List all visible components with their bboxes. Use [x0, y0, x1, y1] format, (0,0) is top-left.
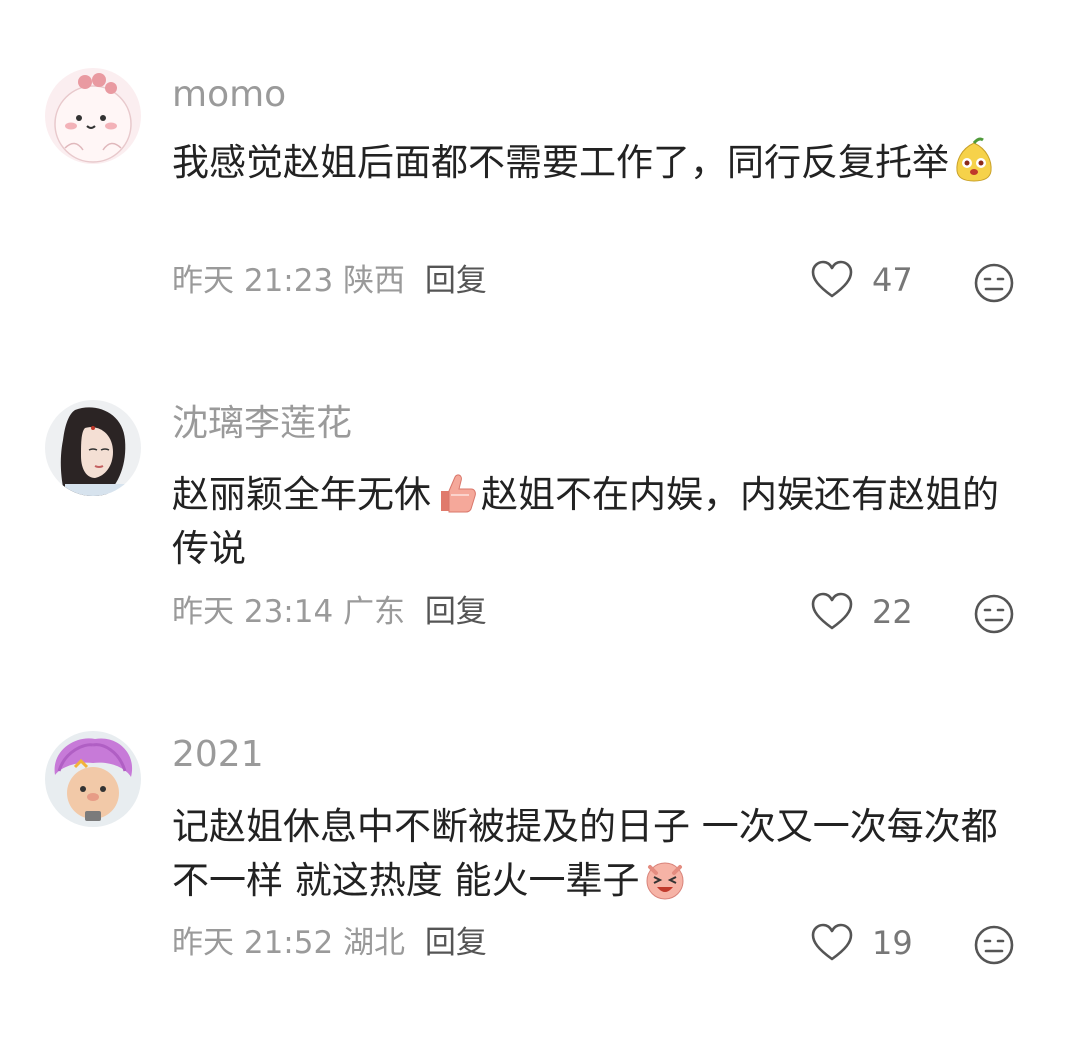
- like-button[interactable]: 19: [810, 923, 913, 963]
- avatar[interactable]: [45, 68, 141, 164]
- reply-button[interactable]: 回复: [425, 594, 487, 630]
- heart-outline-icon: [811, 592, 853, 630]
- comment-location: 湖北: [343, 925, 406, 961]
- username[interactable]: 沈璃李莲花: [172, 406, 352, 442]
- avatar-momo-image: [45, 68, 141, 164]
- username[interactable]: 2021: [172, 737, 264, 773]
- comment-meta: 昨天 21:23 陕西 回复: [172, 266, 487, 297]
- like-count: 22: [872, 593, 913, 631]
- like-button[interactable]: 47: [810, 260, 913, 300]
- comment-text-content: 赵丽颖全年无休: [172, 473, 431, 516]
- neutral-face-icon[interactable]: [973, 593, 1015, 635]
- comment-location: 陕西: [343, 263, 406, 299]
- yellow-pear-face-emoji-icon: [956, 137, 992, 182]
- comment-time: 昨天 21:23: [172, 263, 334, 299]
- comment-time: 昨天 21:52: [172, 925, 334, 961]
- comment-text-content: 我感觉赵姐后面都不需要工作了，同行反复托举: [172, 141, 949, 184]
- comment-text-content: 记赵姐休息中不断被提及的日子 一次又一次每次都不一样 就这热度 能火一辈子: [172, 805, 998, 902]
- reply-button[interactable]: 回复: [425, 925, 487, 961]
- avatar[interactable]: [45, 400, 141, 496]
- neutral-face-icon[interactable]: [973, 924, 1015, 966]
- heart-outline-icon: [811, 260, 853, 298]
- avatar[interactable]: [45, 731, 141, 827]
- pink-laughing-pig-emoji-icon: [646, 862, 684, 900]
- avatar-troll-doll-image: [45, 731, 141, 827]
- comment-text: 赵丽颖全年无休 赵姐不在内娱，内娱还有赵姐的传说: [172, 468, 1032, 576]
- avatar-portrait-image: [45, 400, 141, 496]
- heart-outline-icon: [811, 923, 853, 961]
- comment-text: 我感觉赵姐后面都不需要工作了，同行反复托举: [172, 136, 1032, 190]
- reply-button[interactable]: 回复: [425, 263, 487, 299]
- like-button[interactable]: 22: [810, 592, 913, 632]
- like-count: 19: [872, 924, 913, 962]
- thumbs-up-emoji-icon: [441, 474, 476, 513]
- username[interactable]: momo: [172, 77, 286, 113]
- comment-text: 记赵姐休息中不断被提及的日子 一次又一次每次都不一样 就这热度 能火一辈子: [172, 800, 1032, 908]
- like-count: 47: [872, 261, 913, 299]
- comment-meta: 昨天 21:52 湖北 回复: [172, 928, 487, 959]
- comment-time: 昨天 23:14: [172, 594, 334, 630]
- comment-meta: 昨天 23:14 广东 回复: [172, 597, 487, 628]
- neutral-face-icon[interactable]: [973, 262, 1015, 304]
- comment-location: 广东: [343, 594, 406, 630]
